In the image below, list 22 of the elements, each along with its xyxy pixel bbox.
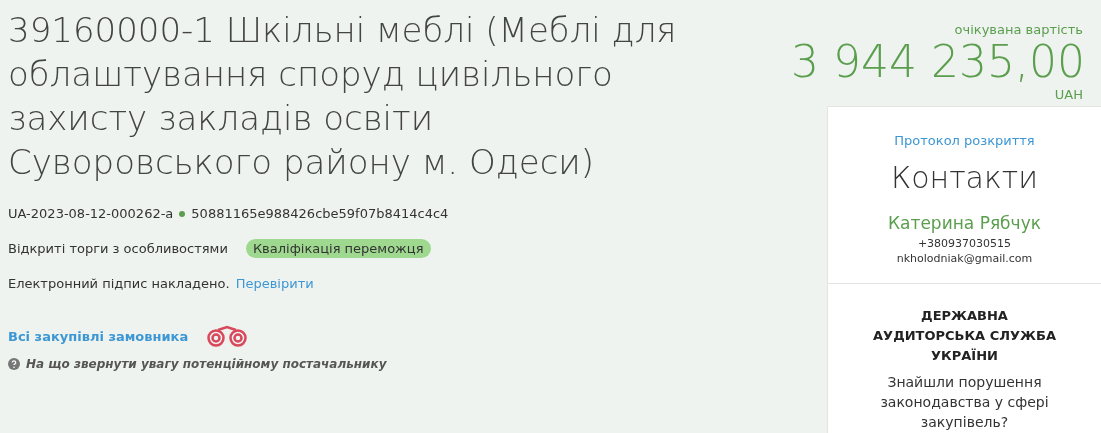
status-dot-icon bbox=[179, 210, 186, 217]
contacts-heading: Контакти bbox=[890, 160, 1039, 195]
status-badge: Кваліфікація переможця bbox=[245, 239, 431, 258]
customer-tenders-link[interactable]: Всі закупівлі замовника bbox=[8, 328, 189, 344]
supplier-hint: На що звернути увагу потенційному постачальнику bbox=[26, 357, 387, 371]
verify-link[interactable]: Перевірити bbox=[235, 276, 314, 291]
contact-phone: +380937030515 bbox=[917, 237, 1012, 250]
tender-hash: 50881165e988426cbe59f07b8414c4c4 bbox=[191, 206, 449, 221]
help-icon bbox=[8, 358, 20, 370]
protocol-link[interactable]: Протокол розкриття bbox=[894, 133, 1035, 148]
tender-title: 39160000-1 Шкільні меблі (Меблі для облаштування споруд цивільного захисту закладів освіти Суворовського району м. Одеси) bbox=[8, 9, 678, 184]
binoculars-icon[interactable] bbox=[206, 325, 249, 347]
tender-id: UA-2023-08-12-000262-a bbox=[8, 206, 174, 221]
currency: UAH bbox=[1054, 87, 1083, 102]
audit-service-title: ДЕРЖАВНА АУДИТОРСЬКА СЛУЖБА УКРАЇНИ bbox=[872, 307, 1057, 365]
audit-question: Знайшли порушення законодавства у сфері закупівель? bbox=[879, 373, 1050, 432]
price-label: очікувана вартість bbox=[954, 22, 1083, 37]
signature-text: Електронний підпис накладено. bbox=[8, 276, 230, 291]
procedure-type: Відкриті торги з особливостями bbox=[8, 241, 228, 256]
contact-name: Катерина Рябчук bbox=[888, 213, 1041, 233]
price-amount: 3 944 235,00 bbox=[791, 37, 1085, 87]
contact-email: nkholodniak@gmail.com bbox=[896, 252, 1033, 265]
